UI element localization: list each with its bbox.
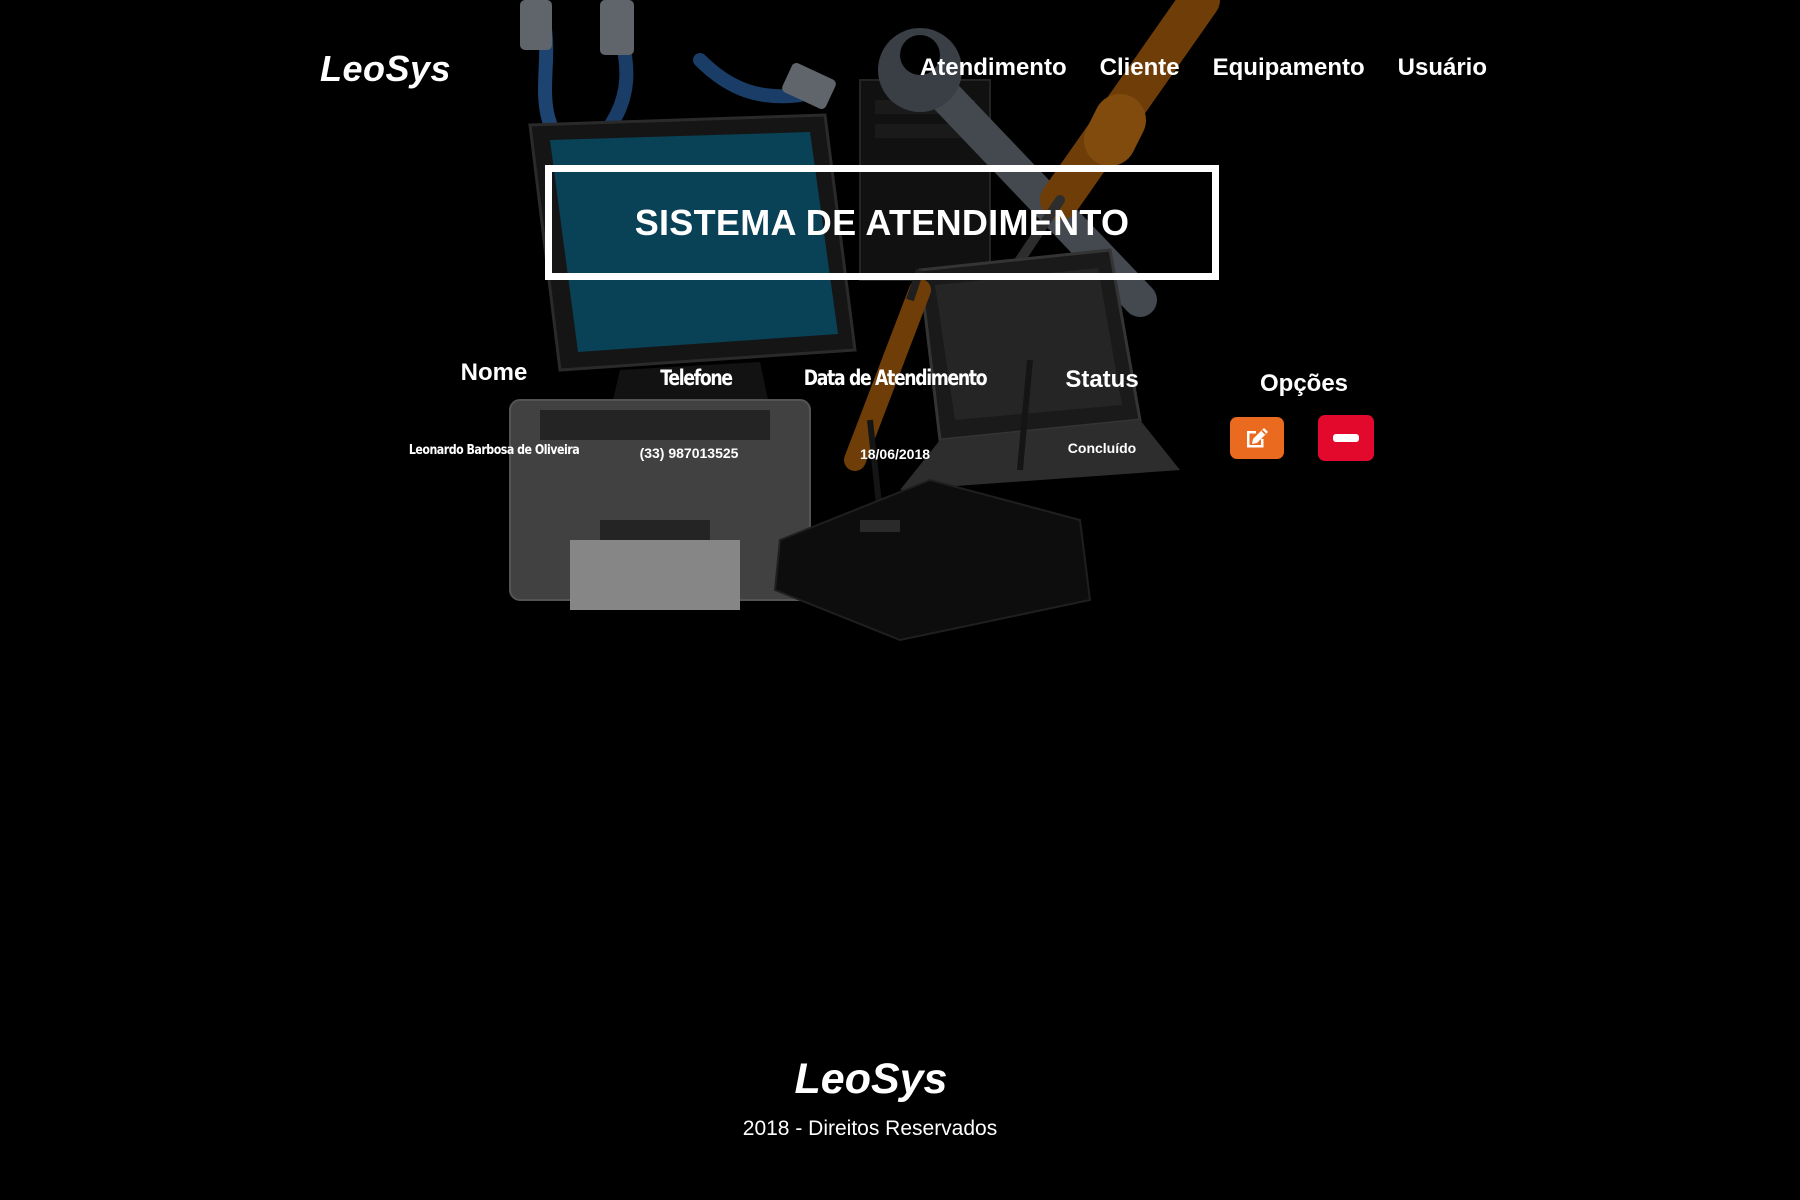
edit-button[interactable] [1230,417,1284,459]
table-cell-data: 18/06/2018 [859,446,931,462]
column-header-telefone: Telefone [660,366,733,390]
table-cell-status: Concluído [1067,440,1137,456]
column-header-opcoes: Opções [1259,370,1349,397]
column-header-data-atendimento: Data de Atendimento [803,366,988,390]
footer-brand: LeoSys [794,1055,948,1103]
column-header-nome: Nome [460,359,528,386]
delete-button[interactable] [1318,415,1374,461]
column-header-status: Status [1065,366,1139,393]
edit-icon [1247,428,1268,448]
table-cell-telefone: (33) 987013525 [639,445,739,461]
footer-copyright: 2018 - Direitos Reservados [742,1117,998,1140]
minus-icon [1333,434,1359,442]
records-table: Nome Telefone Data de Atendimento Status… [0,0,1800,520]
table-cell-nome: Leonardo Barbosa de Oliveira [408,443,580,458]
